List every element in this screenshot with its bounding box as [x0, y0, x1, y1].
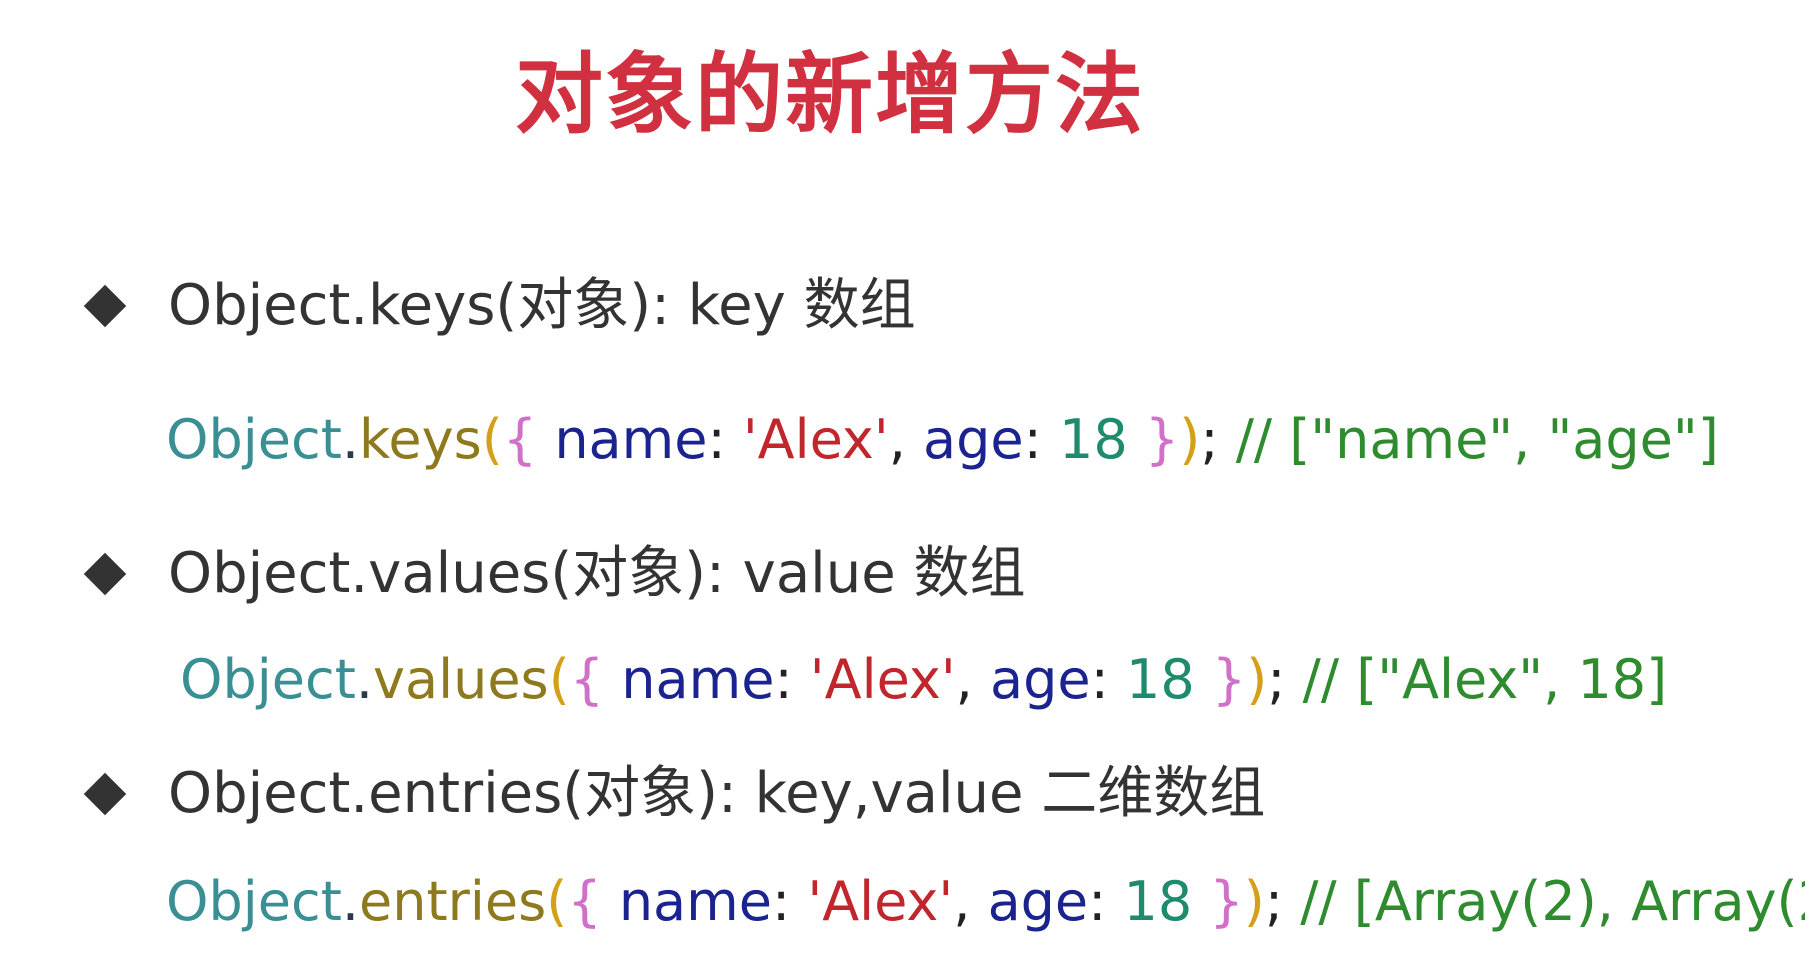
code-semicolon: ; [1200, 408, 1236, 471]
bullet-heading: Object.keys(对象): key 数组 [168, 273, 916, 338]
diamond-bullet-icon [83, 284, 127, 327]
code-comment: // [Array(2), Array(2)] [1300, 870, 1805, 933]
code-semicolon: ; [1267, 648, 1303, 711]
code-key: age [987, 870, 1089, 933]
code-close-paren: ) [1246, 648, 1268, 711]
code-colon: : [774, 648, 810, 711]
code-close-brace: } [1194, 648, 1247, 711]
code-number: 18 [1123, 870, 1193, 933]
code-open-brace: { [502, 408, 538, 471]
code-dot: . [341, 408, 360, 471]
code-method: entries [359, 870, 547, 933]
code-number: 18 [1125, 648, 1195, 711]
bullet-item-entries: Object.entries(对象): key,value 二维数组 [83, 760, 1266, 827]
code-number: 18 [1059, 408, 1128, 471]
code-colon: : [1088, 870, 1124, 933]
code-dot: . [341, 870, 360, 933]
code-colon: : [1090, 648, 1126, 711]
code-open-paren: ( [546, 870, 568, 933]
code-comma: , [955, 648, 991, 711]
code-close-brace: } [1127, 408, 1180, 471]
diamond-bullet-icon [83, 552, 127, 595]
code-colon: : [1023, 408, 1059, 471]
code-object: Object [166, 870, 342, 933]
code-comma: , [953, 870, 988, 933]
code-close-paren: ) [1243, 870, 1265, 933]
diamond-bullet-icon [83, 772, 127, 815]
code-comma: , [888, 408, 924, 471]
code-example-values: Object.values({ name: 'Alex', age: 18 })… [180, 648, 1667, 713]
code-object: Object [180, 648, 356, 711]
code-key: name [537, 408, 708, 471]
code-key: name [604, 648, 775, 711]
code-open-brace: { [567, 870, 602, 933]
code-colon: : [707, 408, 743, 471]
code-colon: : [771, 870, 808, 933]
code-close-paren: ) [1179, 408, 1201, 471]
code-comment: // ["Alex", 18] [1302, 648, 1668, 711]
code-key: name [601, 870, 772, 933]
code-string: 'Alex' [809, 648, 956, 711]
bullet-item-values: Object.values(对象): value 数组 [83, 540, 1026, 607]
bullet-item-keys: Object.keys(对象): key 数组 [83, 272, 916, 339]
code-method: keys [359, 408, 482, 471]
code-open-paren: ( [548, 648, 570, 711]
code-close-brace: } [1192, 870, 1244, 933]
code-example-keys: Object.keys({ name: 'Alex', age: 18 }); … [166, 408, 1719, 473]
page-title: 对象的新增方法 [514, 43, 1145, 146]
code-comment: // ["name", "age"] [1235, 408, 1719, 471]
code-dot: . [355, 648, 374, 711]
code-string: 'Alex' [807, 870, 954, 933]
code-key: age [923, 408, 1024, 471]
code-key: age [990, 648, 1091, 711]
code-object: Object [166, 408, 342, 471]
bullet-heading: Object.values(对象): value 数组 [168, 541, 1026, 606]
code-example-entries: Object.entries({ name: 'Alex', age: 18 }… [166, 870, 1805, 935]
bullet-heading: Object.entries(对象): key,value 二维数组 [168, 761, 1266, 826]
code-method: values [373, 648, 549, 711]
slide: 对象的新增方法 Object.keys(对象): key 数组 Object.k… [0, 0, 1805, 974]
code-open-brace: { [569, 648, 605, 711]
code-open-paren: ( [481, 408, 503, 471]
code-string: 'Alex' [742, 408, 889, 471]
code-semicolon: ; [1264, 870, 1301, 933]
